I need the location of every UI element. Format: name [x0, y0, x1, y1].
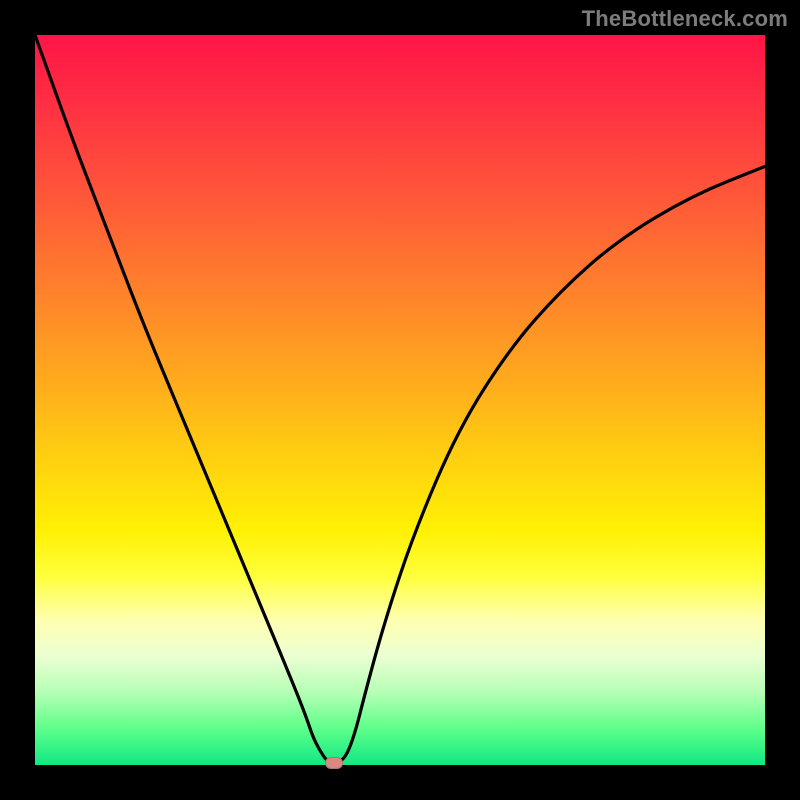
- chart-stage: TheBottleneck.com: [0, 0, 800, 800]
- bottleneck-curve: [35, 35, 765, 765]
- watermark-text: TheBottleneck.com: [582, 6, 788, 32]
- plot-area: [35, 35, 765, 765]
- optimal-point-marker: [325, 757, 343, 769]
